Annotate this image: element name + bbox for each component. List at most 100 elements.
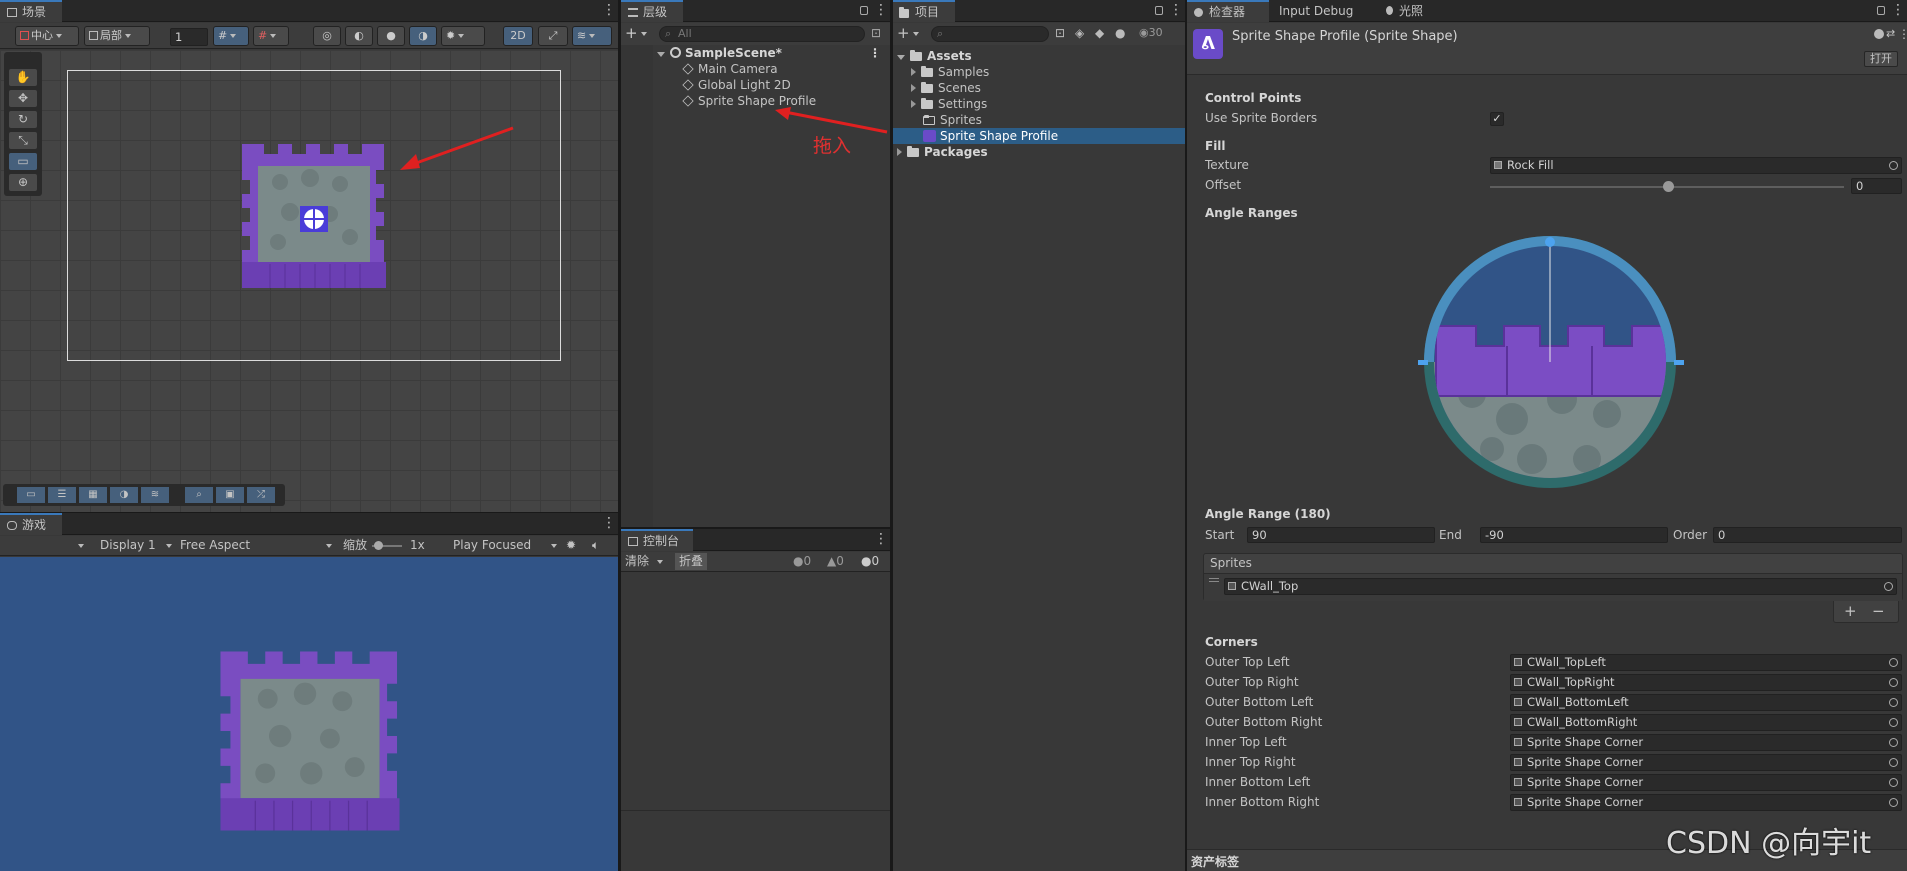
object-picker-icon[interactable] [1889, 758, 1898, 767]
audio-toggle[interactable]: ⤢ [538, 26, 568, 46]
scene-viewport[interactable]: ✋ ✥ ↻ ⤡ ▭ ⊕ ▭ ☰ ▦ ◑ ≋ ⌕ ▣ ⤮ [0, 50, 618, 512]
mode-2d-toggle[interactable]: 2D [503, 26, 533, 46]
overlay-align-button[interactable]: ☰ [48, 487, 76, 503]
aspect-dropdown[interactable]: Free Aspect [180, 536, 334, 556]
project-menu-icon[interactable]: ⋮ [1169, 0, 1183, 22]
log-count[interactable]: ●0 [861, 552, 879, 571]
hierarchy-item-global-light[interactable]: Global Light 2D [682, 77, 791, 93]
object-picker-icon[interactable] [1884, 582, 1893, 591]
object-picker-icon[interactable] [1889, 778, 1898, 787]
angle-range-widget[interactable] [1412, 234, 1692, 494]
skybox-toggle[interactable]: ◑ [409, 26, 437, 46]
corner-sprite-field[interactable]: Sprite Shape Corner [1510, 734, 1902, 751]
expand-arrow-icon[interactable] [657, 52, 665, 57]
grid-visibility-toggle[interactable]: # [253, 26, 289, 46]
lock-icon[interactable] [860, 6, 868, 15]
rect-tool-button[interactable]: ▭ [9, 153, 37, 170]
lock-icon[interactable] [1155, 6, 1163, 15]
scale-tool-button[interactable]: ⤡ [9, 132, 37, 149]
grid-snap-toggle[interactable]: # [213, 26, 249, 46]
search-window-icon[interactable]: ⊡ [1055, 26, 1065, 40]
hand-tool-button[interactable]: ✋ [9, 69, 37, 86]
tab-scene[interactable]: 场景 [0, 0, 62, 22]
drag-handle-icon[interactable] [1209, 578, 1219, 582]
favorite-icon[interactable]: ● [1115, 26, 1125, 40]
folder-settings[interactable]: Settings [911, 96, 987, 112]
expand-arrow-icon[interactable] [911, 100, 916, 108]
sprite-element-field[interactable]: CWall_Top [1224, 578, 1897, 595]
overlay-layers-button[interactable]: ≋ [141, 487, 169, 503]
overlay-shade-button[interactable]: ◑ [110, 487, 138, 503]
draw-mode-button[interactable]: ◎ [313, 26, 341, 46]
game-menu-icon[interactable]: ⋮ [602, 513, 616, 535]
audio-mute-icon[interactable]: 🔈︎ [592, 536, 599, 555]
remove-element-button[interactable]: − [1872, 602, 1885, 620]
object-picker-icon[interactable] [1889, 658, 1898, 667]
assets-folder[interactable]: Assets [897, 48, 972, 64]
warning-count[interactable]: ▲0 [827, 552, 844, 571]
end-field[interactable]: -90 [1480, 527, 1668, 543]
game-viewport[interactable] [0, 557, 618, 871]
offset-field[interactable]: 0 [1851, 178, 1902, 194]
corner-sprite-field[interactable]: Sprite Shape Corner [1510, 794, 1902, 811]
tab-inspector[interactable]: 检查器 [1187, 0, 1269, 22]
corner-sprite-field[interactable]: CWall_TopLeft [1510, 654, 1902, 671]
asset-sprite-shape-profile[interactable]: Sprite Shape Profile [923, 128, 1058, 144]
object-picker-icon[interactable] [1889, 161, 1898, 170]
space-dropdown[interactable]: 局部 [84, 26, 150, 46]
expand-arrow-icon[interactable] [897, 55, 905, 60]
corner-sprite-field[interactable]: Sprite Shape Corner [1510, 754, 1902, 771]
component-menu-icon[interactable]: ⋮ [1898, 27, 1907, 41]
scale-slider[interactable] [372, 541, 402, 550]
move-tool-button[interactable]: ✥ [9, 90, 37, 107]
scene-castle-sprite[interactable] [240, 142, 388, 290]
asset-labels-title[interactable]: 资产标签 [1191, 853, 1239, 870]
lock-icon[interactable] [1877, 6, 1885, 15]
object-picker-icon[interactable] [1889, 798, 1898, 807]
expand-arrow-icon[interactable] [911, 68, 916, 76]
filter-label-icon[interactable]: ◆ [1095, 26, 1104, 40]
search-options-icon[interactable]: ⊡ [871, 26, 881, 40]
lighting-toggle[interactable]: ● [377, 26, 405, 46]
console-detail-area[interactable] [621, 812, 890, 871]
play-mode-dropdown[interactable]: Play Focused [453, 536, 559, 556]
corner-sprite-field[interactable]: CWall_TopRight [1510, 674, 1902, 691]
scene-root-row[interactable]: SampleScene* ⋮ [657, 45, 887, 61]
scene-row-menu-icon[interactable]: ⋮ [869, 45, 881, 61]
help-icon[interactable] [1874, 29, 1884, 39]
game-view-dropdown[interactable] [0, 536, 88, 556]
hidden-count[interactable]: ◉30 [1139, 26, 1163, 39]
tab-project[interactable]: 项目 [893, 0, 955, 22]
stats-bug-icon[interactable]: ✹ [566, 536, 576, 555]
tab-lighting[interactable]: 光照 [1377, 0, 1431, 22]
folder-samples[interactable]: Samples [911, 64, 989, 80]
expand-arrow-icon[interactable] [897, 148, 902, 156]
error-count[interactable]: ●0 [793, 552, 811, 571]
pivot-dropdown[interactable]: 中心 [15, 26, 79, 46]
expand-arrow-icon[interactable] [911, 84, 916, 92]
object-picker-icon[interactable] [1889, 678, 1898, 687]
corner-sprite-field[interactable]: CWall_BottomRight [1510, 714, 1902, 731]
gizmos-toggle[interactable]: ✹ [441, 26, 485, 46]
tab-hierarchy[interactable]: 层级 [621, 0, 683, 22]
corner-sprite-field[interactable]: Sprite Shape Corner [1510, 774, 1902, 791]
overlay-search-button[interactable]: ⌕ [185, 487, 213, 503]
add-button[interactable]: + [625, 24, 653, 43]
overlay-shuffle-button[interactable]: ⤮ [247, 487, 275, 503]
folder-scenes[interactable]: Scenes [911, 80, 981, 96]
overlay-rect-button[interactable]: ▭ [17, 487, 45, 503]
hierarchy-search-input[interactable]: ⌕ All [659, 26, 865, 42]
object-picker-icon[interactable] [1889, 738, 1898, 747]
scene-menu-icon[interactable]: ⋮ [602, 0, 616, 22]
tab-input-debug[interactable]: Input Debug [1271, 0, 1361, 22]
order-field[interactable]: 0 [1713, 527, 1902, 543]
corner-sprite-field[interactable]: CWall_BottomLeft [1510, 694, 1902, 711]
start-field[interactable]: 90 [1247, 527, 1435, 543]
hierarchy-menu-icon[interactable]: ⋮ [874, 0, 888, 22]
layers-toggle[interactable]: ≋ [572, 26, 612, 46]
console-log-area[interactable] [621, 573, 890, 811]
display-dropdown[interactable]: Display 1 [100, 536, 174, 556]
clear-button[interactable]: 清除 [625, 552, 664, 571]
filter-type-icon[interactable]: ◈ [1075, 26, 1084, 40]
folder-sprites[interactable]: Sprites [923, 112, 982, 128]
